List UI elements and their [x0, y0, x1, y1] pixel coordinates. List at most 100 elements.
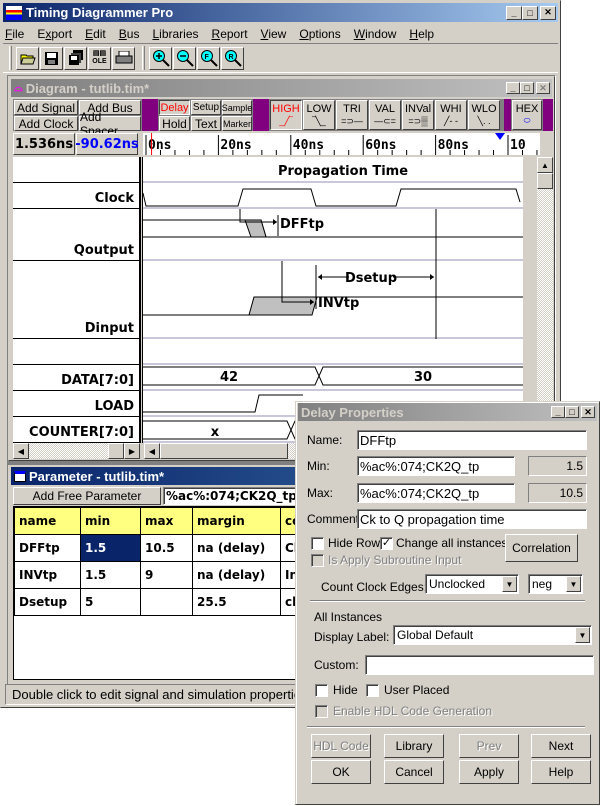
- correlation-button[interactable]: Correlation: [505, 534, 578, 562]
- add-signal-button[interactable]: Add Signal: [14, 100, 78, 115]
- hide-checkbox[interactable]: [315, 684, 328, 697]
- count-edges-select[interactable]: Unclocked ▼: [425, 574, 519, 594]
- menu-libraries[interactable]: Libraries: [152, 27, 198, 41]
- zoom-fit-icon[interactable]: F: [197, 46, 220, 70]
- wave-scroll-left-icon[interactable]: ◀: [144, 443, 160, 459]
- table-row[interactable]: Dsetup 5 25.5 ch: [14, 588, 311, 616]
- comment-field[interactable]: Ck to Q propagation time: [357, 509, 587, 529]
- prev-button[interactable]: Prev: [459, 734, 519, 758]
- minimize-button[interactable]: _: [506, 5, 522, 20]
- ole-copy-icon[interactable]: ▤▤ OLE: [88, 46, 111, 70]
- close-button[interactable]: ✕: [540, 5, 556, 20]
- column-header-margin[interactable]: margin: [192, 507, 281, 535]
- add-free-parameter-button[interactable]: Add Free Parameter: [13, 487, 161, 505]
- sample-tool-button[interactable]: Sample: [222, 100, 252, 115]
- menu-help[interactable]: Help: [409, 27, 434, 41]
- hex-button[interactable]: HEX ⬭: [512, 100, 542, 130]
- table-cell[interactable]: 9: [140, 561, 193, 589]
- custom-field[interactable]: [365, 655, 594, 675]
- user-placed-checkbox[interactable]: [366, 684, 379, 697]
- wave-scroll-thumb[interactable]: [160, 443, 288, 459]
- dialog-close-button[interactable]: ✕: [581, 406, 595, 418]
- min-formula-field[interactable]: %ac%:074;CK2Q_tp: [357, 456, 515, 476]
- ok-button[interactable]: OK: [311, 760, 371, 784]
- save-icon[interactable]: [40, 46, 63, 70]
- zoom-out-icon[interactable]: [173, 46, 196, 70]
- add-spacer-button[interactable]: Add Spacer: [79, 110, 141, 138]
- menu-export[interactable]: Export: [37, 27, 72, 41]
- delta-time-readout[interactable]: -90.62ns: [75, 133, 139, 155]
- signal-row-spacer[interactable]: [13, 157, 140, 183]
- name-field[interactable]: DFFtp: [357, 430, 587, 450]
- signal-row-clock[interactable]: Clock: [13, 183, 140, 209]
- change-all-instances-checkbox[interactable]: ✓: [380, 537, 393, 550]
- table-row[interactable]: INVtp1.59na (delay)Inv: [14, 561, 311, 589]
- signal-row-qoutput[interactable]: Qoutput: [13, 209, 140, 261]
- diagram-close-button[interactable]: ✕: [536, 82, 550, 94]
- help-button[interactable]: Help: [531, 760, 591, 784]
- table-row[interactable]: DFFtp 1.5 10.5 na (delay) Ck: [14, 534, 311, 562]
- save-all-icon[interactable]: [64, 46, 87, 70]
- state-low-button[interactable]: LOW ‾╲_: [303, 100, 335, 130]
- signal-row-data70[interactable]: DATA[7:0]: [13, 365, 140, 391]
- names-hscrollbar[interactable]: ◀ ▶: [13, 443, 140, 459]
- column-header-min[interactable]: min: [80, 507, 141, 535]
- scroll-right-icon[interactable]: ▶: [124, 443, 140, 459]
- menu-options[interactable]: Options: [299, 27, 340, 41]
- scroll-thumb[interactable]: [537, 173, 553, 189]
- menu-file[interactable]: File: [5, 27, 24, 41]
- open-folder-icon[interactable]: [16, 46, 39, 70]
- diagram-minimize-button[interactable]: _: [506, 82, 520, 94]
- state-tri-button[interactable]: TRI =⊃—: [336, 100, 368, 130]
- column-header-name[interactable]: name: [14, 507, 81, 535]
- state-val-button[interactable]: VAL —⊂=: [369, 100, 401, 130]
- diagram-maximize-button[interactable]: □: [520, 82, 534, 94]
- table-cell[interactable]: na (delay): [192, 561, 281, 589]
- menu-bus[interactable]: Bus: [119, 27, 140, 41]
- table-cell[interactable]: 10.5: [140, 534, 193, 562]
- dropdown-arrow-icon[interactable]: ▼: [575, 627, 590, 643]
- dropdown-arrow-icon[interactable]: ▼: [502, 576, 517, 592]
- menu-edit[interactable]: Edit: [85, 27, 106, 41]
- delay-tool-button[interactable]: Delay: [159, 100, 190, 115]
- display-label-select[interactable]: Global Default ▼: [393, 625, 592, 645]
- state-inval-button[interactable]: INVal =⊃▒: [402, 100, 434, 130]
- table-cell[interactable]: na (delay): [192, 534, 281, 562]
- table-cell[interactable]: 1.5: [80, 561, 141, 589]
- menu-view[interactable]: View: [261, 27, 287, 41]
- state-high-button[interactable]: HIGH _╱‾: [270, 100, 302, 130]
- menu-report[interactable]: Report: [212, 27, 248, 41]
- time-ruler[interactable]: 0ns 20ns 40ns 60ns 80ns 10: [143, 133, 540, 155]
- table-cell[interactable]: 25.5: [192, 588, 281, 616]
- menu-window[interactable]: Window: [354, 27, 397, 41]
- signal-row-dinput[interactable]: Dinput: [13, 261, 140, 339]
- scroll-up-icon[interactable]: ▲: [537, 157, 553, 173]
- library-button[interactable]: Library: [384, 734, 444, 758]
- marker-tool-button[interactable]: Marker: [222, 116, 252, 131]
- toolbar-grip[interactable]: [9, 46, 12, 70]
- setup-tool-button[interactable]: Setup: [191, 100, 221, 115]
- signal-row-counter70[interactable]: COUNTER[7:0]: [13, 417, 140, 443]
- dialog-minimize-button[interactable]: _: [551, 406, 565, 418]
- cursor-time-readout[interactable]: 1.536ns: [13, 133, 75, 155]
- edge-select[interactable]: neg ▼: [528, 574, 583, 594]
- dropdown-arrow-icon[interactable]: ▼: [566, 576, 581, 592]
- maximize-button[interactable]: □: [522, 5, 538, 20]
- table-cell[interactable]: [140, 588, 193, 616]
- print-icon[interactable]: [112, 46, 135, 70]
- column-header-max[interactable]: max: [140, 507, 193, 535]
- text-tool-button[interactable]: Text: [191, 116, 221, 131]
- enable-hdl-checkbox[interactable]: [315, 705, 328, 718]
- dialog-maximize-button[interactable]: □: [565, 406, 579, 418]
- signal-row-load[interactable]: LOAD: [13, 391, 140, 417]
- table-cell[interactable]: DFFtp: [14, 534, 81, 562]
- state-whi-button[interactable]: WHI ╱- -: [435, 100, 467, 130]
- zoom-in-icon[interactable]: [149, 46, 172, 70]
- signal-row-spacer[interactable]: [13, 339, 140, 365]
- hdl-code-button[interactable]: HDL Code: [311, 734, 371, 758]
- table-cell[interactable]: 1.5: [80, 534, 141, 562]
- hold-tool-button[interactable]: Hold: [159, 116, 190, 131]
- add-clock-button[interactable]: Add Clock: [14, 116, 78, 131]
- table-cell[interactable]: INVtp: [14, 561, 81, 589]
- hide-row-checkbox[interactable]: [311, 537, 324, 550]
